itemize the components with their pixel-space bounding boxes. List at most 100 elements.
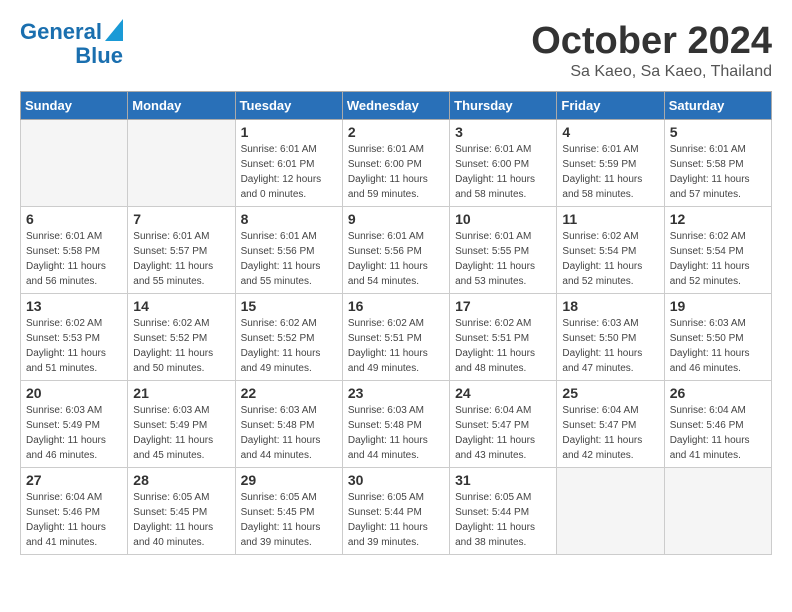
calendar-cell: 20Sunrise: 6:03 AM Sunset: 5:49 PM Dayli… [21,381,128,468]
col-header-tuesday: Tuesday [235,92,342,120]
day-number: 20 [26,385,122,401]
calendar-cell: 31 Sunrise: 6:05 AM Sunset: 5:44 PM Dayli… [450,468,557,555]
calendar-header-row: SundayMondayTuesdayWednesdayThursdayFrid… [21,92,772,120]
day-number: 16 [348,298,444,314]
calendar-week-4: 20Sunrise: 6:03 AM Sunset: 5:49 PM Dayli… [21,381,772,468]
day-number: 28 [133,472,229,488]
calendar-cell: 18Sunrise: 6:03 AM Sunset: 5:50 PM Dayli… [557,294,664,381]
day-number: 8 [241,211,337,227]
calendar-cell: 11 Sunrise: 6:02 AM Sunset: 5:54 PM Dayli… [557,207,664,294]
day-info: Sunrise: 6:01 AM Sunset: 6:01 PM Dayligh… [241,142,337,202]
day-number: 30 [348,472,444,488]
calendar-cell: 25 Sunrise: 6:04 AM Sunset: 5:47 PM Dayli… [557,381,664,468]
day-number: 12 [670,211,766,227]
day-number: 9 [348,211,444,227]
calendar-cell: 22 Sunrise: 6:03 AM Sunset: 5:48 PM Dayli… [235,381,342,468]
day-number: 7 [133,211,229,227]
calendar-cell: 17Sunrise: 6:02 AM Sunset: 5:51 PM Dayli… [450,294,557,381]
day-info: Sunrise: 6:02 AM Sunset: 5:54 PM Dayligh… [670,229,766,289]
day-info: Sunrise: 6:03 AM Sunset: 5:48 PM Dayligh… [241,403,337,463]
calendar-cell: 21Sunrise: 6:03 AM Sunset: 5:49 PM Dayli… [128,381,235,468]
calendar-cell: 7Sunrise: 6:01 AM Sunset: 5:57 PM Daylig… [128,207,235,294]
day-number: 11 [562,211,658,227]
day-number: 18 [562,298,658,314]
day-info: Sunrise: 6:01 AM Sunset: 5:56 PM Dayligh… [241,229,337,289]
day-info: Sunrise: 6:04 AM Sunset: 5:47 PM Dayligh… [562,403,658,463]
day-number: 22 [241,385,337,401]
calendar-cell: 9 Sunrise: 6:01 AM Sunset: 5:56 PM Daylig… [342,207,449,294]
calendar-cell: 8 Sunrise: 6:01 AM Sunset: 5:56 PM Daylig… [235,207,342,294]
day-info: Sunrise: 6:01 AM Sunset: 6:00 PM Dayligh… [348,142,444,202]
col-header-thursday: Thursday [450,92,557,120]
day-info: Sunrise: 6:02 AM Sunset: 5:53 PM Dayligh… [26,316,122,376]
calendar-cell: 5 Sunrise: 6:01 AM Sunset: 5:58 PM Daylig… [664,120,771,207]
calendar-cell: 3 Sunrise: 6:01 AM Sunset: 6:00 PM Daylig… [450,120,557,207]
calendar-cell: 4Sunrise: 6:01 AM Sunset: 5:59 PM Daylig… [557,120,664,207]
day-number: 13 [26,298,122,314]
day-info: Sunrise: 6:05 AM Sunset: 5:44 PM Dayligh… [455,490,551,550]
day-number: 5 [670,124,766,140]
day-info: Sunrise: 6:04 AM Sunset: 5:46 PM Dayligh… [670,403,766,463]
calendar-week-5: 27Sunrise: 6:04 AM Sunset: 5:46 PM Dayli… [21,468,772,555]
calendar-cell: 2 Sunrise: 6:01 AM Sunset: 6:00 PM Daylig… [342,120,449,207]
day-number: 14 [133,298,229,314]
title-block: October 2024 Sa Kaeo, Sa Kaeo, Thailand [531,20,772,81]
calendar-cell: 10 Sunrise: 6:01 AM Sunset: 5:55 PM Dayli… [450,207,557,294]
calendar-cell: 13 Sunrise: 6:02 AM Sunset: 5:53 PM Dayli… [21,294,128,381]
day-number: 17 [455,298,551,314]
page-header: General Blue October 2024 Sa Kaeo, Sa Ka… [20,20,772,81]
day-number: 23 [348,385,444,401]
day-info: Sunrise: 6:01 AM Sunset: 5:58 PM Dayligh… [26,229,122,289]
logo: General Blue [20,20,123,68]
day-number: 2 [348,124,444,140]
day-number: 3 [455,124,551,140]
day-number: 4 [562,124,658,140]
calendar-cell: 27Sunrise: 6:04 AM Sunset: 5:46 PM Dayli… [21,468,128,555]
day-info: Sunrise: 6:04 AM Sunset: 5:47 PM Dayligh… [455,403,551,463]
logo-text-line1: General [20,20,102,44]
day-info: Sunrise: 6:05 AM Sunset: 5:45 PM Dayligh… [241,490,337,550]
month-title: October 2024 [531,20,772,63]
day-number: 15 [241,298,337,314]
col-header-monday: Monday [128,92,235,120]
col-header-wednesday: Wednesday [342,92,449,120]
col-header-saturday: Saturday [664,92,771,120]
calendar-cell [557,468,664,555]
calendar-table: SundayMondayTuesdayWednesdayThursdayFrid… [20,91,772,555]
calendar-cell: 16 Sunrise: 6:02 AM Sunset: 5:51 PM Dayli… [342,294,449,381]
day-info: Sunrise: 6:01 AM Sunset: 5:56 PM Dayligh… [348,229,444,289]
day-number: 1 [241,124,337,140]
day-number: 21 [133,385,229,401]
calendar-cell: 26 Sunrise: 6:04 AM Sunset: 5:46 PM Dayli… [664,381,771,468]
calendar-cell: 19 Sunrise: 6:03 AM Sunset: 5:50 PM Dayli… [664,294,771,381]
calendar-cell: 24 Sunrise: 6:04 AM Sunset: 5:47 PM Dayli… [450,381,557,468]
calendar-cell: 28 Sunrise: 6:05 AM Sunset: 5:45 PM Dayli… [128,468,235,555]
day-info: Sunrise: 6:01 AM Sunset: 5:58 PM Dayligh… [670,142,766,202]
day-number: 26 [670,385,766,401]
logo-triangle-icon [105,19,123,41]
day-info: Sunrise: 6:01 AM Sunset: 5:55 PM Dayligh… [455,229,551,289]
day-info: Sunrise: 6:02 AM Sunset: 5:52 PM Dayligh… [133,316,229,376]
day-number: 6 [26,211,122,227]
calendar-week-1: 1 Sunrise: 6:01 AM Sunset: 6:01 PM Daylig… [21,120,772,207]
day-info: Sunrise: 6:02 AM Sunset: 5:54 PM Dayligh… [562,229,658,289]
day-number: 10 [455,211,551,227]
calendar-week-3: 13 Sunrise: 6:02 AM Sunset: 5:53 PM Dayli… [21,294,772,381]
day-info: Sunrise: 6:02 AM Sunset: 5:51 PM Dayligh… [348,316,444,376]
day-number: 31 [455,472,551,488]
calendar-cell: 29Sunrise: 6:05 AM Sunset: 5:45 PM Dayli… [235,468,342,555]
calendar-cell [21,120,128,207]
day-info: Sunrise: 6:03 AM Sunset: 5:50 PM Dayligh… [670,316,766,376]
day-info: Sunrise: 6:01 AM Sunset: 6:00 PM Dayligh… [455,142,551,202]
day-number: 25 [562,385,658,401]
calendar-cell: 14 Sunrise: 6:02 AM Sunset: 5:52 PM Dayli… [128,294,235,381]
day-info: Sunrise: 6:05 AM Sunset: 5:44 PM Dayligh… [348,490,444,550]
calendar-cell [128,120,235,207]
calendar-cell: 23 Sunrise: 6:03 AM Sunset: 5:48 PM Dayli… [342,381,449,468]
day-info: Sunrise: 6:05 AM Sunset: 5:45 PM Dayligh… [133,490,229,550]
calendar-week-2: 6 Sunrise: 6:01 AM Sunset: 5:58 PM Daylig… [21,207,772,294]
calendar-cell: 12 Sunrise: 6:02 AM Sunset: 5:54 PM Dayli… [664,207,771,294]
day-number: 24 [455,385,551,401]
day-number: 19 [670,298,766,314]
day-info: Sunrise: 6:03 AM Sunset: 5:48 PM Dayligh… [348,403,444,463]
